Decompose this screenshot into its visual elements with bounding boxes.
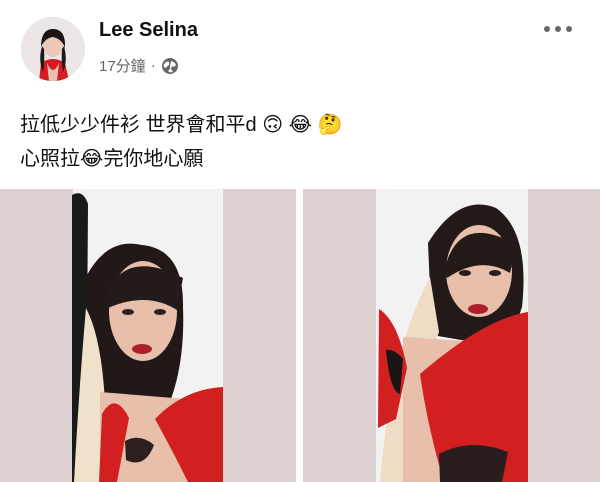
more-dot: [544, 26, 550, 32]
post-text-segment: 完你地心願: [103, 148, 204, 170]
post-text: 拉低少少件衫 世界會和平d 🙃 😂 🤔 心照拉😂完你地心願: [20, 108, 580, 176]
photo-1[interactable]: [0, 189, 296, 482]
more-options-button[interactable]: [544, 26, 572, 32]
avatar-image: [21, 17, 85, 81]
meta-separator: ·: [150, 57, 156, 74]
photo-divider: [296, 189, 303, 482]
upside-down-face-icon: 🙃: [262, 112, 284, 136]
tears-of-joy-icon: 😂: [288, 112, 313, 136]
more-dot: [555, 26, 561, 32]
post-meta: 17分鐘 ·: [99, 55, 179, 76]
photo-1-image: [0, 189, 296, 482]
thinking-face-icon: 🤔: [317, 112, 343, 136]
globe-icon[interactable]: [161, 57, 179, 75]
tears-of-joy-icon: 😂: [80, 146, 104, 170]
post-text-line-2: 心照拉😂完你地心願: [20, 142, 580, 176]
post-time[interactable]: 17分鐘: [99, 55, 146, 76]
photo-grid: [0, 189, 600, 482]
post-text-segment: 拉低少少件衫 世界會和平d: [20, 114, 257, 136]
author-name[interactable]: Lee Selina: [99, 19, 198, 42]
more-dot: [566, 26, 572, 32]
photo-2-image: [303, 189, 600, 482]
post-text-line-1: 拉低少少件衫 世界會和平d 🙃 😂 🤔: [20, 108, 580, 142]
post-text-segment: 心照拉: [20, 148, 80, 170]
author-avatar[interactable]: [21, 17, 85, 81]
photo-2[interactable]: [303, 189, 600, 482]
